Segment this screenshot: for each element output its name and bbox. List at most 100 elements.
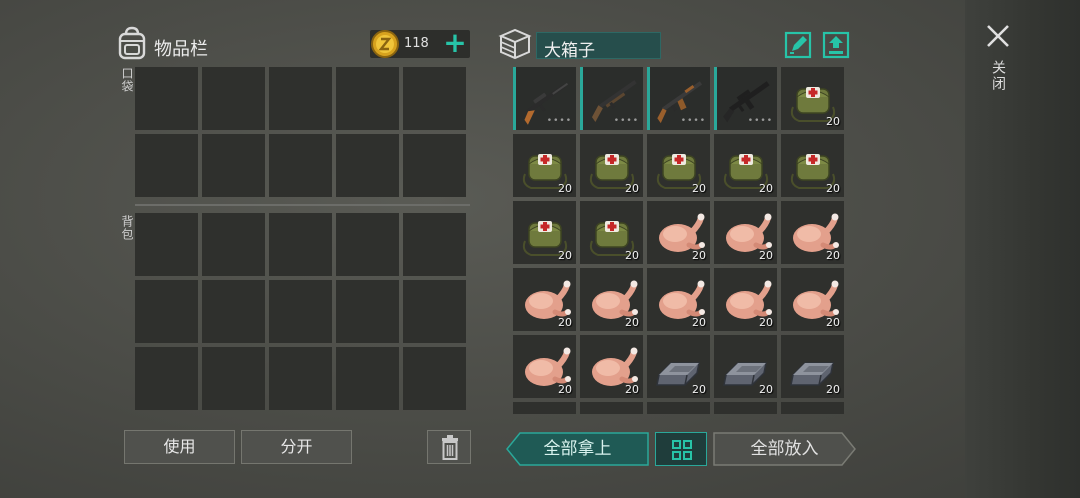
container-slot[interactable] [714,402,777,414]
container-slot-medkit-bag[interactable]: 20 [513,201,576,264]
take-all-label: 全部拿上 [543,439,612,459]
item-quantity: 20 [558,383,572,396]
container-slot-shotgun[interactable]: •••• [580,67,643,130]
backpack-slot[interactable] [202,347,265,410]
container-slot-roast-chicken[interactable]: 20 [513,335,576,398]
item-quantity: 20 [625,383,639,396]
add-coins-button[interactable]: + [442,28,468,58]
item-quantity: 20 [625,182,639,195]
item-quantity: 20 [826,383,840,396]
backpack-icon [118,26,146,60]
pocket-slot[interactable] [336,67,399,130]
use-button[interactable]: 使用 [124,430,235,464]
container-slot[interactable] [781,402,844,414]
item-quantity: 20 [625,249,639,262]
durability-dots: •••• [747,116,773,126]
container-slot-iron-ingot[interactable]: 20 [714,335,777,398]
item-quantity: 20 [692,182,706,195]
backpack-slot[interactable] [269,213,332,276]
divider [135,204,470,206]
backpack-slot[interactable] [269,280,332,343]
item-quantity: 20 [759,249,773,262]
container-slot-roast-chicken[interactable]: 20 [580,268,643,331]
put-all-button[interactable]: 全部放入 [713,432,856,466]
pocket-slot[interactable] [202,67,265,130]
backpack-slot[interactable] [135,280,198,343]
edit-icon[interactable] [784,31,812,59]
item-quantity: 20 [759,182,773,195]
durability-dots: •••• [613,116,639,126]
backpack-slot[interactable] [269,347,332,410]
container-slot-roast-chicken[interactable]: 20 [647,268,710,331]
container-slot-roast-chicken[interactable]: 20 [647,201,710,264]
pocket-label: 口袋 [120,67,134,93]
backpack-slot[interactable] [135,347,198,410]
trash-icon [442,435,458,460]
pocket-slot[interactable] [269,134,332,197]
side-panel [965,0,1080,498]
item-quantity: 20 [558,182,572,195]
backpack-slot[interactable] [202,280,265,343]
container-slot-roast-chicken[interactable]: 20 [781,201,844,264]
coin-count: 118 [404,36,429,51]
backpack-label: 背包 [120,215,134,241]
pocket-slot[interactable] [135,67,198,130]
container-slot-roast-chicken[interactable]: 20 [714,268,777,331]
item-quantity: 20 [692,383,706,396]
trash-button[interactable] [427,430,471,464]
pocket-grid [135,67,466,197]
container-slot[interactable] [513,402,576,414]
durability-dots: •••• [680,116,706,126]
close-icon[interactable] [984,22,1012,50]
container-slot-medkit-bag[interactable]: 20 [513,134,576,197]
inventory-title: 物品栏 [154,39,208,60]
container-slot-iron-ingot[interactable]: 20 [647,335,710,398]
put-all-label: 全部放入 [750,439,819,459]
container-slot-medkit-bag[interactable]: 20 [580,134,643,197]
backpack-slot[interactable] [336,213,399,276]
container-slot-roast-chicken[interactable]: 20 [513,268,576,331]
container-slot-m16-rifle[interactable]: •••• [714,67,777,130]
pocket-slot[interactable] [135,134,198,197]
split-button[interactable]: 分开 [241,430,352,464]
pocket-slot[interactable] [403,67,466,130]
item-quantity: 20 [692,249,706,262]
container-slot-ak-rifle[interactable]: •••• [647,67,710,130]
pocket-slot[interactable] [336,134,399,197]
grid-view-button[interactable] [655,432,707,466]
take-all-button[interactable]: 全部拿上 [506,432,649,466]
backpack-slot[interactable] [403,280,466,343]
container-slot-iron-ingot[interactable]: 20 [781,335,844,398]
container-grid: •••• •••• •••• •••• 20 20 20 20 20 20 20 20 20 20 20 20… [513,67,844,414]
sort-up-icon[interactable] [822,31,850,59]
pocket-slot[interactable] [269,67,332,130]
item-quantity: 20 [826,115,840,128]
container-slot-sniper-rifle[interactable]: •••• [513,67,576,130]
container-slot-medkit-bag[interactable]: 20 [781,67,844,130]
close-label[interactable]: 关闭 [988,60,1008,92]
backpack-slot[interactable] [135,213,198,276]
container-slot-roast-chicken[interactable]: 20 [714,201,777,264]
container-slot-medkit-bag[interactable]: 20 [781,134,844,197]
durability-dots: •••• [546,116,572,126]
container-slot-medkit-bag[interactable]: 20 [580,201,643,264]
pocket-slot[interactable] [403,134,466,197]
container-slot-roast-chicken[interactable]: 20 [580,335,643,398]
backpack-slot[interactable] [403,347,466,410]
coin-icon [371,30,399,58]
pocket-slot[interactable] [202,134,265,197]
backpack-slot[interactable] [403,213,466,276]
backpack-grid [135,213,466,410]
backpack-slot[interactable] [202,213,265,276]
container-slot-medkit-bag[interactable]: 20 [714,134,777,197]
container-slot[interactable] [580,402,643,414]
item-quantity: 20 [558,316,572,329]
item-quantity: 20 [826,249,840,262]
backpack-slot[interactable] [336,280,399,343]
container-slot[interactable] [647,402,710,414]
container-slot-medkit-bag[interactable]: 20 [647,134,710,197]
backpack-slot[interactable] [336,347,399,410]
container-slot-roast-chicken[interactable]: 20 [781,268,844,331]
item-quantity: 20 [692,316,706,329]
plus-icon: + [443,26,467,59]
